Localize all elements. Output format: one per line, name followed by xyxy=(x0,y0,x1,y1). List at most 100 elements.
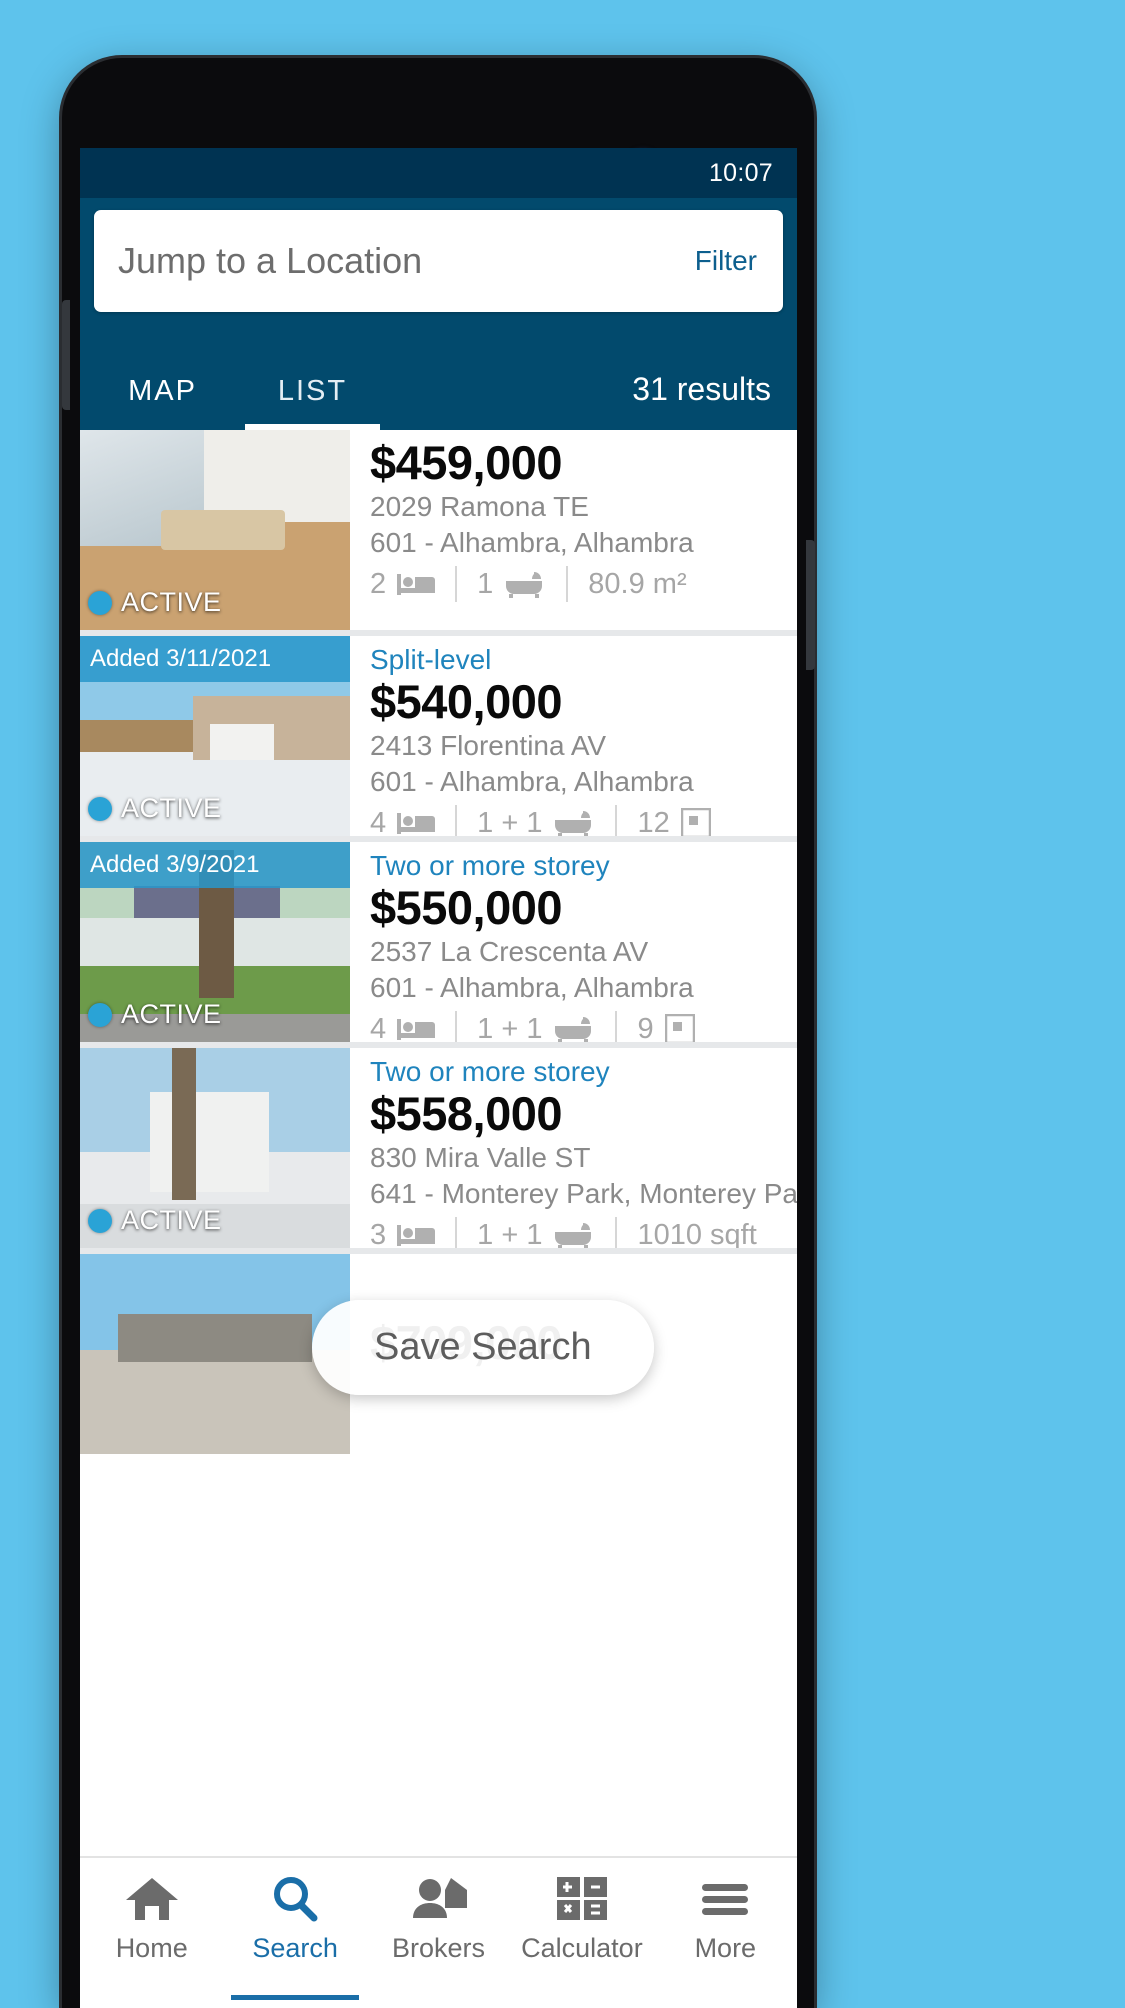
bottom-nav: Home Search Brokers Calculator More xyxy=(80,1856,797,2008)
home-icon xyxy=(125,1878,178,1920)
phone-screen: 10:07 Jump to a Location Filter MAP LIST… xyxy=(80,148,797,2008)
spec-baths-value: 1 + 1 xyxy=(477,806,543,836)
listing-photo[interactable]: Added 3/11/2021 ACTIVE xyxy=(80,636,350,836)
nav-label-search: Search xyxy=(252,1933,338,1963)
save-search-label: Save Search xyxy=(374,1326,592,1368)
spec-area-value: 12 xyxy=(637,806,670,836)
spec-area: 80.9 m² xyxy=(588,568,686,601)
status-dot-icon xyxy=(88,1208,112,1233)
bed-icon xyxy=(397,1019,436,1041)
spec-area: 1010 sqft xyxy=(637,1219,756,1248)
listing-address: 2537 La Crescenta AV xyxy=(370,935,649,967)
listing-card[interactable]: Added 3/11/2021 ACTIVE Split-level $540,… xyxy=(80,636,797,836)
spec-divider xyxy=(615,1011,618,1042)
listing-address: 2029 Ramona TE xyxy=(370,490,589,522)
status-badge-label: ACTIVE xyxy=(121,1205,222,1235)
nav-active-underline xyxy=(231,1995,360,2000)
listing-photo[interactable]: Added 3/9/2021 ACTIVE xyxy=(80,842,350,1042)
nav-label-calculator: Calculator xyxy=(521,1933,643,1963)
search-icon xyxy=(274,1877,318,1922)
listing-type: Two or more storey xyxy=(370,1056,610,1087)
status-dot-icon xyxy=(88,796,112,821)
spec-divider xyxy=(615,1217,618,1248)
bed-icon xyxy=(397,1225,436,1247)
floorplan-icon xyxy=(680,808,711,836)
spec-baths-value: 1 + 1 xyxy=(477,1218,543,1248)
spec-baths-value: 1 xyxy=(477,567,494,600)
search-bar[interactable]: Jump to a Location Filter xyxy=(94,210,783,312)
nav-item-home[interactable]: Home xyxy=(80,1874,223,2008)
floorplan-icon xyxy=(664,1014,695,1042)
spec-beds-value: 3 xyxy=(370,1218,387,1248)
status-dot-icon xyxy=(88,1002,112,1027)
tab-map-label: MAP xyxy=(128,375,197,407)
bed-icon xyxy=(397,813,436,835)
spec-baths: 1 + 1 xyxy=(477,1013,595,1042)
spec-beds: 4 xyxy=(370,806,436,836)
status-badge-label: ACTIVE xyxy=(121,793,222,823)
listing-card[interactable]: ACTIVE $459,000 2029 Ramona TE 601 - Alh… xyxy=(80,430,797,630)
nav-item-search[interactable]: Search xyxy=(223,1874,366,2008)
listing-type: Split-level xyxy=(370,644,492,675)
status-badge: ACTIVE xyxy=(88,999,222,1030)
listing-address: 830 Mira Valle ST xyxy=(370,1141,591,1173)
spec-area-value: 1010 sqft xyxy=(637,1218,757,1248)
spec-baths-value: 1 + 1 xyxy=(477,1012,543,1042)
listing-photo[interactable]: ACTIVE xyxy=(80,1048,350,1248)
calculator-icon xyxy=(556,1877,607,1920)
spec-divider xyxy=(455,805,458,836)
nav-label-home: Home xyxy=(115,1933,188,1963)
listing-region: 601 - Alhambra, Alhambra xyxy=(370,765,694,797)
search-input[interactable]: Jump to a Location xyxy=(118,240,422,282)
nav-item-calculator[interactable]: Calculator xyxy=(510,1874,653,2008)
listing-body: Split-level $540,000 2413 Florentina AV … xyxy=(350,636,797,836)
listing-specs: 2 1 80.9 m² xyxy=(370,566,779,603)
save-search-button[interactable]: Save Search xyxy=(312,1300,654,1395)
bath-icon xyxy=(555,1017,592,1042)
status-dot-icon xyxy=(88,590,112,615)
listing-photo[interactable] xyxy=(80,1254,350,1454)
status-badge-label: ACTIVE xyxy=(121,587,222,617)
app-header: Jump to a Location Filter MAP LIST 31 re… xyxy=(80,198,797,430)
status-bar: 10:07 xyxy=(80,148,797,198)
listing-card[interactable]: ACTIVE Two or more storey $558,000 830 M… xyxy=(80,1048,797,1248)
status-badge-label: ACTIVE xyxy=(121,999,222,1029)
spec-beds-value: 4 xyxy=(370,806,387,836)
listing-address: 2413 Florentina AV xyxy=(370,729,607,761)
status-badge: ACTIVE xyxy=(88,1205,222,1236)
tab-map[interactable]: MAP xyxy=(80,375,245,430)
filter-button[interactable]: Filter xyxy=(695,245,757,277)
nav-item-brokers[interactable]: Brokers xyxy=(367,1874,510,2008)
spec-area: 9 xyxy=(637,1013,695,1042)
listing-photo[interactable]: ACTIVE xyxy=(80,430,350,630)
spec-beds: 3 xyxy=(370,1218,436,1248)
listing-specs: 3 1 + 1 1010 sqft xyxy=(370,1217,779,1248)
spec-divider xyxy=(566,566,569,603)
search-row: Jump to a Location Filter xyxy=(80,210,797,312)
tab-list-label: LIST xyxy=(277,375,348,407)
phone-power-button xyxy=(806,540,815,670)
bath-icon xyxy=(555,811,592,836)
status-badge: ACTIVE xyxy=(88,587,222,618)
spec-area-value: 80.9 m² xyxy=(588,567,687,600)
listing-specs: 4 1 + 1 xyxy=(370,805,779,836)
listing-body: Two or more storey $550,000 2537 La Cres… xyxy=(350,842,797,1042)
nav-label-more: More xyxy=(694,1933,757,1963)
listing-region: 601 - Alhambra, Alhambra xyxy=(370,526,694,558)
nav-item-more[interactable]: More xyxy=(654,1874,797,2008)
listing-card[interactable]: Added 3/9/2021 ACTIVE Two or more storey… xyxy=(80,842,797,1042)
added-badge: Added 3/11/2021 xyxy=(80,636,350,682)
listing-specs: 4 1 + 1 xyxy=(370,1011,779,1042)
listing-region: 601 - Alhambra, Alhambra xyxy=(370,971,694,1003)
spec-divider xyxy=(455,1217,458,1248)
broker-icon xyxy=(412,1878,467,1918)
spec-divider xyxy=(615,805,618,836)
added-badge: Added 3/9/2021 xyxy=(80,842,350,888)
listing-price: $558,000 xyxy=(370,1087,563,1140)
tab-list[interactable]: LIST xyxy=(245,375,380,430)
spec-beds-value: 2 xyxy=(370,567,387,600)
listing-photo-image xyxy=(80,1254,350,1454)
listing-price: $540,000 xyxy=(370,675,563,728)
listing-region: 641 - Monterey Park, Monterey Park xyxy=(370,1177,797,1209)
bath-icon xyxy=(555,1223,592,1248)
